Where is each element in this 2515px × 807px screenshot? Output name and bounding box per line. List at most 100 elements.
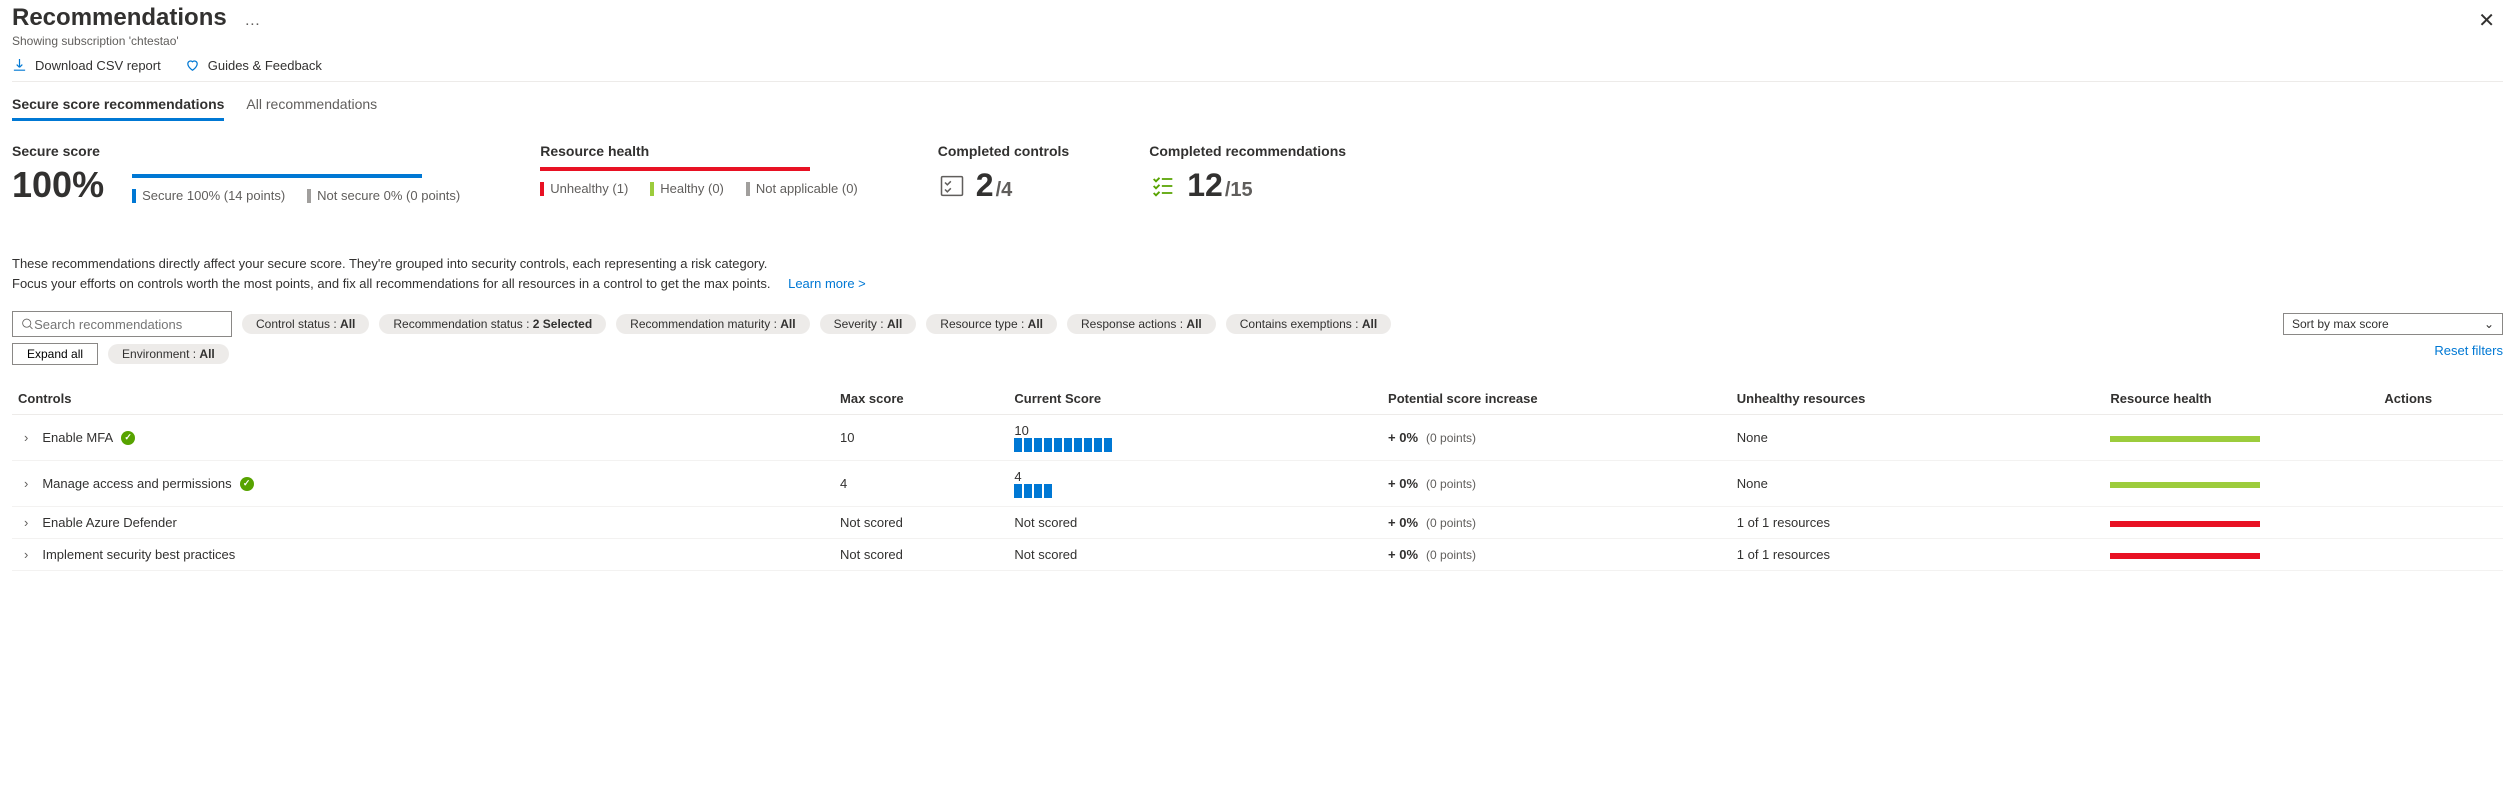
pill-label: Severity : bbox=[834, 317, 887, 331]
health-bar bbox=[2110, 521, 2260, 527]
control-name: Enable MFA bbox=[42, 430, 113, 445]
desc-line2: Focus your efforts on controls worth the… bbox=[12, 276, 770, 291]
legend-healthy: Healthy (0) bbox=[660, 181, 724, 196]
score-bars bbox=[1014, 484, 1376, 498]
filter-pill-6[interactable]: Contains exemptions : All bbox=[1226, 314, 1391, 334]
sort-dropdown[interactable]: Sort by max score ⌄ bbox=[2283, 313, 2503, 335]
health-bar bbox=[2110, 553, 2260, 559]
cell-potential: + 0% bbox=[1388, 476, 1418, 491]
check-icon bbox=[240, 477, 254, 491]
score-bars bbox=[1014, 438, 1376, 452]
cell-resources: None bbox=[1731, 415, 2105, 461]
completed-recs-card: Completed recommendations 12/15 bbox=[1149, 143, 1346, 204]
page-subtitle: Showing subscription 'chtestao' bbox=[12, 34, 261, 48]
list-check-icon bbox=[1149, 172, 1177, 200]
th-potential[interactable]: Potential score increase bbox=[1382, 383, 1731, 415]
filter-pill-4[interactable]: Resource type : All bbox=[926, 314, 1057, 334]
th-current[interactable]: Current Score bbox=[1008, 383, 1382, 415]
cell-resources: 1 of 1 resources bbox=[1731, 539, 2105, 571]
filter-pill-2[interactable]: Recommendation maturity : All bbox=[616, 314, 809, 334]
pill-value: All bbox=[199, 347, 214, 361]
close-icon[interactable]: ✕ bbox=[2470, 4, 2503, 37]
table-row[interactable]: ›Enable MFA1010 + 0%(0 points)None bbox=[12, 415, 2503, 461]
secure-score-value: 100% bbox=[12, 167, 104, 203]
cell-current: 4 bbox=[1014, 469, 1021, 484]
filter-pill-0[interactable]: Control status : All bbox=[242, 314, 369, 334]
sort-label: Sort by max score bbox=[2292, 317, 2389, 331]
control-name: Manage access and permissions bbox=[42, 476, 231, 491]
heart-icon bbox=[185, 58, 200, 73]
secure-legend-notsecure: Not secure 0% (0 points) bbox=[317, 188, 460, 203]
desc-line1: These recommendations directly affect yo… bbox=[12, 254, 2503, 274]
th-controls[interactable]: Controls bbox=[12, 383, 834, 415]
learn-more-link[interactable]: Learn more > bbox=[788, 276, 866, 291]
filter-pill-environment[interactable]: Environment : All bbox=[108, 344, 229, 364]
pill-value: All bbox=[887, 317, 902, 331]
pill-value: All bbox=[340, 317, 355, 331]
filter-pill-3[interactable]: Severity : All bbox=[820, 314, 917, 334]
secure-legend-secure: Secure 100% (14 points) bbox=[142, 188, 285, 203]
reset-filters-link[interactable]: Reset filters bbox=[2434, 343, 2503, 358]
th-health[interactable]: Resource health bbox=[2104, 383, 2378, 415]
completed-recs-label: Completed recommendations bbox=[1149, 143, 1346, 159]
cell-potential: + 0% bbox=[1388, 547, 1418, 562]
completed-recs-denom: /15 bbox=[1225, 179, 1253, 202]
health-bar bbox=[2110, 436, 2260, 442]
resource-health-card: Resource health Unhealthy (1) Healthy (0… bbox=[540, 143, 858, 204]
filter-pill-1[interactable]: Recommendation status : 2 Selected bbox=[379, 314, 606, 334]
pill-label: Control status : bbox=[256, 317, 340, 331]
th-unhealthy[interactable]: Unhealthy resources bbox=[1731, 383, 2105, 415]
pill-label: Environment : bbox=[122, 347, 199, 361]
legend-na: Not applicable (0) bbox=[756, 181, 858, 196]
download-csv-label: Download CSV report bbox=[35, 58, 161, 73]
health-bar bbox=[2110, 482, 2260, 488]
cell-points: (0 points) bbox=[1426, 477, 1476, 491]
expand-all-button[interactable]: Expand all bbox=[12, 343, 98, 365]
download-csv-button[interactable]: Download CSV report bbox=[12, 58, 161, 73]
recommendations-table: Controls Max score Current Score Potenti… bbox=[12, 383, 2503, 571]
search-input[interactable] bbox=[34, 317, 223, 332]
table-row[interactable]: ›Enable Azure DefenderNot scoredNot scor… bbox=[12, 507, 2503, 539]
cell-points: (0 points) bbox=[1426, 431, 1476, 445]
pill-label: Recommendation maturity : bbox=[630, 317, 780, 331]
chevron-right-icon[interactable]: › bbox=[18, 476, 34, 491]
cell-max: Not scored bbox=[834, 539, 1008, 571]
search-input-wrapper[interactable] bbox=[12, 311, 232, 337]
tab-secure-score[interactable]: Secure score recommendations bbox=[12, 96, 224, 121]
pill-label: Contains exemptions : bbox=[1240, 317, 1362, 331]
pill-label: Resource type : bbox=[940, 317, 1027, 331]
filter-pill-5[interactable]: Response actions : All bbox=[1067, 314, 1216, 334]
description-block: These recommendations directly affect yo… bbox=[12, 254, 2503, 293]
chevron-right-icon[interactable]: › bbox=[18, 430, 34, 445]
th-max[interactable]: Max score bbox=[834, 383, 1008, 415]
pill-label: Recommendation status : bbox=[393, 317, 532, 331]
completed-controls-num: 2 bbox=[976, 167, 994, 204]
cell-resources: 1 of 1 resources bbox=[1731, 507, 2105, 539]
secure-score-card: Secure score 100% Secure 100% (14 points… bbox=[12, 143, 460, 204]
guides-feedback-button[interactable]: Guides & Feedback bbox=[185, 58, 322, 73]
checklist-icon bbox=[938, 172, 966, 200]
completed-controls-label: Completed controls bbox=[938, 143, 1069, 159]
search-icon bbox=[21, 317, 34, 331]
pill-value: 2 Selected bbox=[533, 317, 592, 331]
cell-potential: + 0% bbox=[1388, 430, 1418, 445]
chevron-right-icon[interactable]: › bbox=[18, 547, 34, 562]
completed-controls-card: Completed controls 2/4 bbox=[938, 143, 1069, 204]
th-actions[interactable]: Actions bbox=[2378, 383, 2503, 415]
chevron-right-icon[interactable]: › bbox=[18, 515, 34, 530]
page-title: Recommendations bbox=[12, 4, 227, 32]
table-row[interactable]: ›Implement security best practicesNot sc… bbox=[12, 539, 2503, 571]
cell-resources: None bbox=[1731, 461, 2105, 507]
chevron-down-icon: ⌄ bbox=[2484, 317, 2494, 331]
guides-feedback-label: Guides & Feedback bbox=[208, 58, 322, 73]
table-row[interactable]: › Manage access and permissions 44 + 0% (0 … bbox=[12, 461, 2503, 507]
cell-potential: + 0% bbox=[1388, 515, 1418, 530]
cell-current: 10 bbox=[1014, 423, 1028, 438]
more-icon[interactable]: … bbox=[244, 12, 261, 29]
completed-recs-num: 12 bbox=[1187, 167, 1223, 204]
cell-max: Not scored bbox=[834, 507, 1008, 539]
cell-max: 4 bbox=[834, 461, 1008, 507]
tab-all-recommendations[interactable]: All recommendations bbox=[246, 96, 377, 121]
download-icon bbox=[12, 58, 27, 73]
resource-health-label: Resource health bbox=[540, 143, 858, 159]
